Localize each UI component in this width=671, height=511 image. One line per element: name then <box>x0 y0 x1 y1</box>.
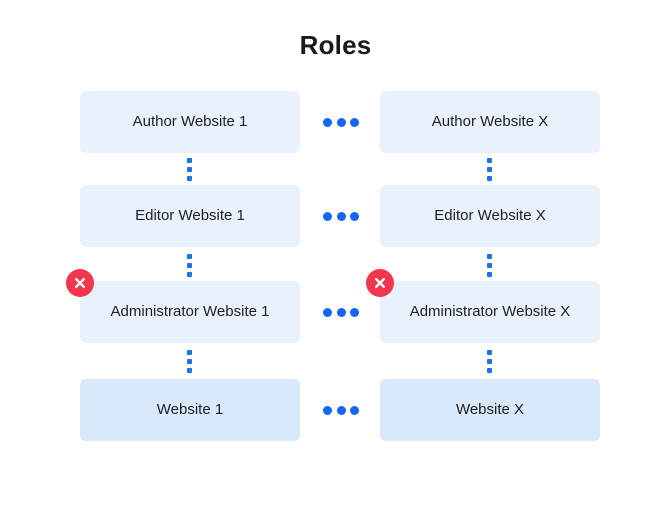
page-title: Roles <box>299 30 372 60</box>
connector-dot <box>487 368 492 373</box>
vertical-ellipsis-icon <box>187 350 192 373</box>
node-label: Administrator Website 1 <box>110 303 270 320</box>
horizontal-ellipsis-icon <box>323 117 359 127</box>
circle-x-icon[interactable] <box>366 269 394 297</box>
connector-dot <box>187 359 192 364</box>
connector-dot <box>487 176 492 181</box>
circle-x-icon[interactable] <box>66 269 94 297</box>
connector-dot <box>487 158 492 163</box>
connector-dot <box>336 307 346 317</box>
node-label: Editor Website X <box>434 207 546 224</box>
roles-diagram: Roles Author Website 1 Editor Website 1 … <box>0 0 671 511</box>
connector-dot <box>187 176 192 181</box>
connector-dot <box>323 211 332 221</box>
connector-dot <box>323 405 332 415</box>
connector-dot <box>336 117 346 127</box>
horizontal-ellipsis-icon <box>323 405 359 415</box>
connector-dot <box>187 272 192 277</box>
connector-dot <box>487 263 492 268</box>
connector-dot <box>323 307 332 317</box>
connector-dot <box>336 405 346 415</box>
node-box-administrator-website-1[interactable]: Administrator Website 1 <box>80 281 300 343</box>
connector-dot <box>187 368 192 373</box>
node-label: Author Website X <box>431 113 549 130</box>
connector-dot <box>187 263 192 268</box>
connector-dot <box>350 211 359 221</box>
connector-dot <box>323 117 332 127</box>
connector-dot <box>350 117 359 127</box>
node-label: Website 1 <box>156 401 224 418</box>
node-label: Website X <box>455 401 525 418</box>
connector-dot <box>487 254 492 259</box>
connector-dot <box>187 254 192 259</box>
connector-dot <box>350 307 359 317</box>
node-box-author-website-x[interactable]: Author Website X <box>380 91 600 153</box>
vertical-ellipsis-icon <box>487 158 492 181</box>
node-box-editor-website-x[interactable]: Editor Website X <box>380 185 600 247</box>
node-label: Editor Website 1 <box>135 207 245 224</box>
node-box-editor-website-1[interactable]: Editor Website 1 <box>80 185 300 247</box>
node-box-website-x[interactable]: Website X <box>380 379 600 441</box>
connector-dot <box>350 405 359 415</box>
connector-dot <box>187 158 192 163</box>
connector-dot <box>187 350 192 355</box>
connector-dot <box>187 167 192 172</box>
connector-dot <box>487 167 492 172</box>
connector-dot <box>336 211 346 221</box>
vertical-ellipsis-icon <box>487 350 492 373</box>
vertical-ellipsis-icon <box>187 254 192 277</box>
horizontal-ellipsis-icon <box>323 307 359 317</box>
node-box-author-website-1[interactable]: Author Website 1 <box>80 91 300 153</box>
vertical-ellipsis-icon <box>187 158 192 181</box>
horizontal-ellipsis-icon <box>323 211 359 221</box>
node-box-website-1[interactable]: Website 1 <box>80 379 300 441</box>
connector-dot <box>487 350 492 355</box>
node-label: Administrator Website X <box>409 303 571 320</box>
connector-dot <box>487 272 492 277</box>
connector-dot <box>487 359 492 364</box>
vertical-ellipsis-icon <box>487 254 492 277</box>
node-box-administrator-website-x[interactable]: Administrator Website X <box>380 281 600 343</box>
node-label: Author Website 1 <box>132 113 248 130</box>
